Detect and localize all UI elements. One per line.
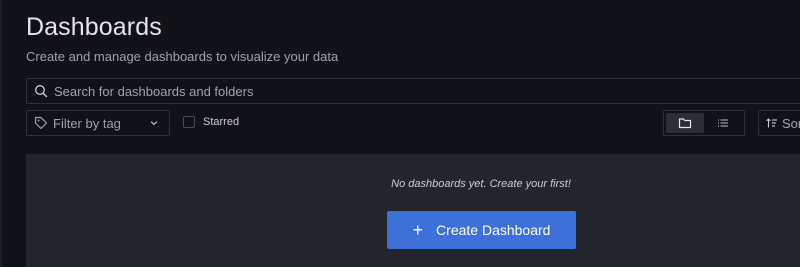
dashboards-page: Dashboards Create and manage dashboards … [0, 0, 800, 267]
empty-state-message: No dashboards yet. Create your first! [391, 178, 571, 190]
view-toggle[interactable] [663, 110, 745, 136]
sidebar-edge [0, 0, 2, 267]
search-input[interactable]: Search for dashboards and folders [54, 84, 253, 99]
starred-checkbox[interactable] [183, 116, 195, 128]
chevron-down-icon [149, 118, 159, 128]
sort-label: Sort [782, 115, 800, 131]
search-icon [34, 84, 48, 98]
create-dashboard-label: Create Dashboard [436, 222, 551, 238]
starred-label: Starred [203, 116, 240, 128]
page-title: Dashboards [26, 13, 162, 41]
plus-icon: + [412, 220, 424, 240]
list-icon [717, 118, 729, 128]
tag-icon [34, 116, 48, 130]
list-view-button[interactable] [704, 113, 742, 133]
sort-dropdown[interactable]: Sort [758, 110, 800, 136]
page-subtitle: Create and manage dashboards to visualiz… [26, 49, 339, 64]
sort-icon [766, 117, 778, 129]
tag-filter-label: Filter by tag [53, 115, 121, 131]
empty-state-panel: No dashboards yet. Create your first! + … [26, 154, 800, 267]
folder-icon [678, 117, 692, 129]
search-bar[interactable]: Search for dashboards and folders [26, 78, 800, 104]
create-dashboard-button[interactable]: + Create Dashboard [387, 211, 576, 249]
starred-filter[interactable]: Starred [183, 116, 239, 128]
tag-filter-dropdown[interactable]: Filter by tag [26, 110, 170, 136]
folder-view-button[interactable] [666, 113, 704, 133]
